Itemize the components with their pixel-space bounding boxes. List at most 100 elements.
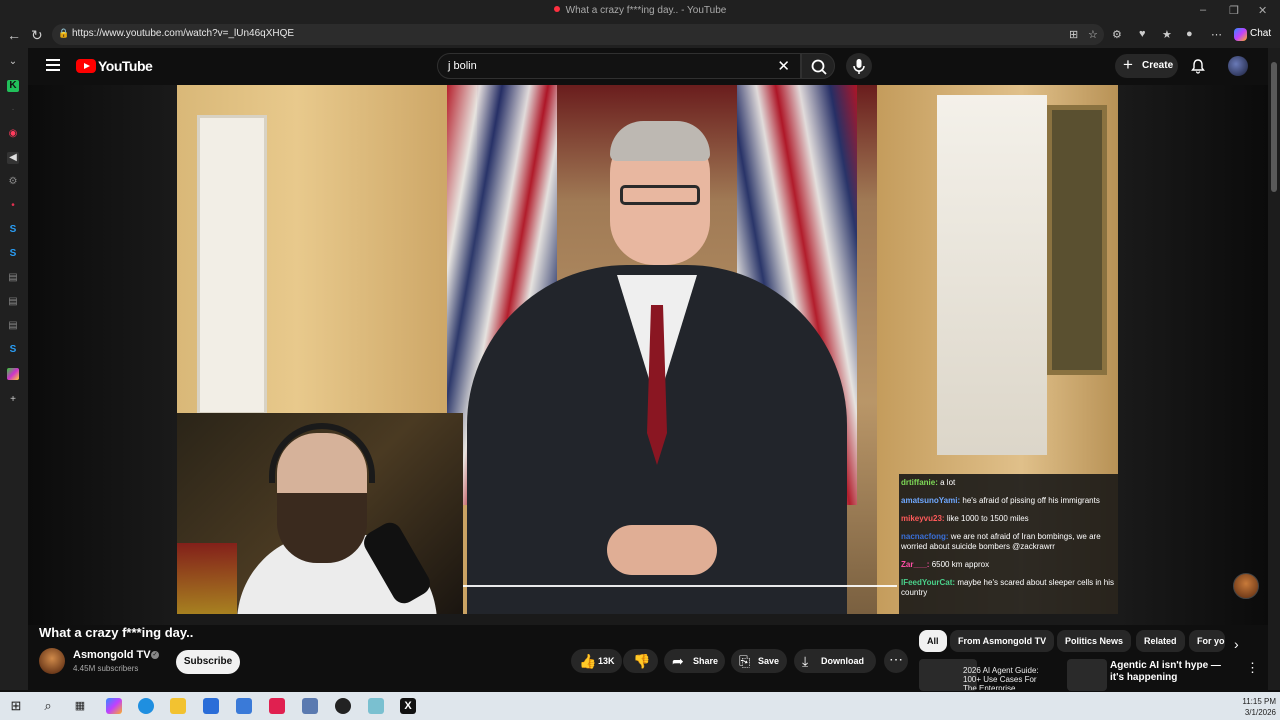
browser-essentials-icon[interactable]: ♥: [1139, 28, 1146, 40]
address-bar[interactable]: 🔒 https://www.youtube.com/watch?v=_lUn46…: [52, 24, 1104, 45]
mail-icon[interactable]: [236, 698, 252, 714]
channel-watermark-avatar[interactable]: [1233, 573, 1259, 599]
chat-line: mikeyvu23: like 1000 to 1500 miles: [901, 514, 1116, 524]
youtube-header: YouTube j bolin ✕ + Create: [28, 48, 1280, 85]
search-input[interactable]: j bolin: [448, 60, 477, 72]
windows-start-icon[interactable]: ⊞: [8, 698, 24, 714]
youtube-logo-text: YouTube: [98, 58, 153, 74]
more-actions-button[interactable]: ⋯: [884, 649, 908, 673]
back-arrow-icon[interactable]: ←: [7, 27, 21, 43]
dislike-button[interactable]: 👎: [623, 649, 658, 673]
search-taskbar-icon[interactable]: ⌕: [40, 698, 56, 714]
multicolor-app-icon[interactable]: [7, 368, 19, 380]
app-icon-notes[interactable]: [368, 698, 384, 714]
profile-icon[interactable]: ●: [1186, 28, 1193, 40]
page-icon-2[interactable]: ▤: [7, 296, 19, 308]
chip-politics-news[interactable]: Politics News: [1057, 630, 1132, 652]
taskbar-clock[interactable]: 11:15 PM 3/1/2026: [1236, 696, 1276, 718]
k-app-icon[interactable]: K: [7, 80, 19, 92]
channel-avatar[interactable]: [39, 648, 65, 674]
favorite-star-icon[interactable]: ☆: [1088, 28, 1098, 41]
search-button[interactable]: [801, 53, 835, 79]
chip-all[interactable]: All: [919, 630, 947, 652]
app-available-icon[interactable]: ⊞: [1069, 28, 1078, 41]
account-avatar[interactable]: [1228, 56, 1248, 76]
copilot-chat-button[interactable]: Chat: [1230, 25, 1277, 44]
verified-check-icon: ✓: [151, 651, 159, 659]
minimize-button[interactable]: –: [1200, 4, 1206, 16]
chip-from-channel[interactable]: From Asmongold TV: [950, 630, 1055, 652]
site-info-icon[interactable]: 🔒: [58, 28, 69, 39]
recommendation-thumbnail[interactable]: [1067, 659, 1107, 691]
search-icon: [811, 59, 827, 75]
add-app-icon[interactable]: +: [7, 394, 19, 406]
recommendation-menu-icon[interactable]: ⋮: [1246, 660, 1259, 676]
chat-line: Zar___: 6500 km approx: [901, 560, 1116, 570]
voice-search-button[interactable]: [846, 53, 872, 79]
media-app-icon[interactable]: [269, 698, 285, 714]
task-view-icon[interactable]: ▦: [72, 698, 88, 714]
record-icon[interactable]: ◉: [7, 128, 19, 140]
restore-button[interactable]: ❐: [1229, 4, 1239, 17]
recording-dot-icon: [553, 6, 560, 12]
audio-icon[interactable]: ◀: [7, 152, 19, 164]
share-button[interactable]: ➦ Share: [664, 649, 725, 673]
download-button[interactable]: ⤓ Download: [794, 649, 876, 673]
profile-app-icon[interactable]: [335, 698, 351, 714]
chip-for-you[interactable]: For yo: [1189, 630, 1225, 652]
chip-related[interactable]: Related: [1136, 630, 1185, 652]
settings-icon[interactable]: ⚙: [7, 176, 19, 188]
streamer-beard: [277, 493, 367, 563]
chat-username: mikeyvu23:: [901, 514, 945, 523]
chat-username: Zar___:: [901, 560, 930, 569]
scrollbar-thumb[interactable]: [1271, 62, 1277, 192]
speaker-hands: [607, 525, 717, 575]
search-box[interactable]: j bolin ✕: [437, 53, 801, 79]
save-button[interactable]: ⎘ Save: [731, 649, 787, 673]
dot-icon[interactable]: ·: [7, 104, 19, 116]
page-icon-3[interactable]: ▤: [7, 320, 19, 332]
page-scrollbar[interactable]: [1268, 48, 1280, 690]
s-app-icon-2[interactable]: S: [7, 248, 19, 260]
recommendation-title[interactable]: Agentic AI isn't hype — it's happening: [1110, 660, 1228, 686]
notifications-bell-icon[interactable]: [1190, 58, 1206, 74]
speaker-glasses: [620, 185, 700, 205]
windows-taskbar: ⊞ ⌕ ▦ X: [0, 692, 1280, 720]
scene-window: [937, 95, 1047, 455]
refresh-icon[interactable]: ↻: [31, 27, 43, 44]
channel-name[interactable]: Asmongold TV: [73, 649, 151, 661]
chevron-right-icon[interactable]: ›: [1234, 636, 1239, 652]
app-dot-icon[interactable]: •: [7, 200, 19, 212]
app-icon-settings[interactable]: [302, 698, 318, 714]
copilot-icon: [1234, 28, 1247, 41]
chat-line: nacnacfong: we are not afraid of Iran bo…: [901, 532, 1116, 552]
store-icon[interactable]: [203, 698, 219, 714]
page-icon-1[interactable]: ▤: [7, 272, 19, 284]
edge-browser-icon[interactable]: [138, 698, 154, 714]
extensions-icon[interactable]: ⚙: [1112, 28, 1122, 41]
chat-username: nacnacfong:: [901, 532, 949, 541]
more-menu-icon[interactable]: ⋯: [1211, 28, 1222, 41]
download-label: Download: [821, 656, 864, 666]
hamburger-menu-icon[interactable]: [46, 59, 60, 71]
youtube-play-icon: [76, 59, 96, 73]
clear-search-icon[interactable]: ✕: [777, 57, 790, 75]
chat-username: amatsunoYami:: [901, 496, 961, 505]
subscribe-button[interactable]: Subscribe: [176, 650, 240, 674]
app-icon-x[interactable]: X: [400, 698, 416, 714]
recommendation-title[interactable]: 2026 AI Agent Guide: 100+ Use Cases For …: [963, 666, 1051, 690]
scene-painting: [1047, 105, 1107, 375]
s-app-icon-1[interactable]: S: [7, 224, 19, 236]
speaker-hair: [610, 121, 710, 161]
bookmark-icon: ⎘: [739, 653, 751, 669]
copilot-taskbar-icon[interactable]: [106, 698, 122, 714]
clock-time: 11:15 PM: [1242, 697, 1276, 706]
file-explorer-icon[interactable]: [170, 698, 186, 714]
collapse-icon[interactable]: ⌄: [7, 56, 19, 68]
create-button[interactable]: + Create: [1115, 54, 1178, 78]
like-button[interactable]: 👍 13K: [571, 649, 622, 673]
s-app-icon-3[interactable]: S: [7, 344, 19, 356]
close-window-button[interactable]: ✕: [1258, 4, 1267, 17]
scene-door: [197, 115, 267, 415]
favorites-icon[interactable]: ★: [1162, 28, 1172, 41]
